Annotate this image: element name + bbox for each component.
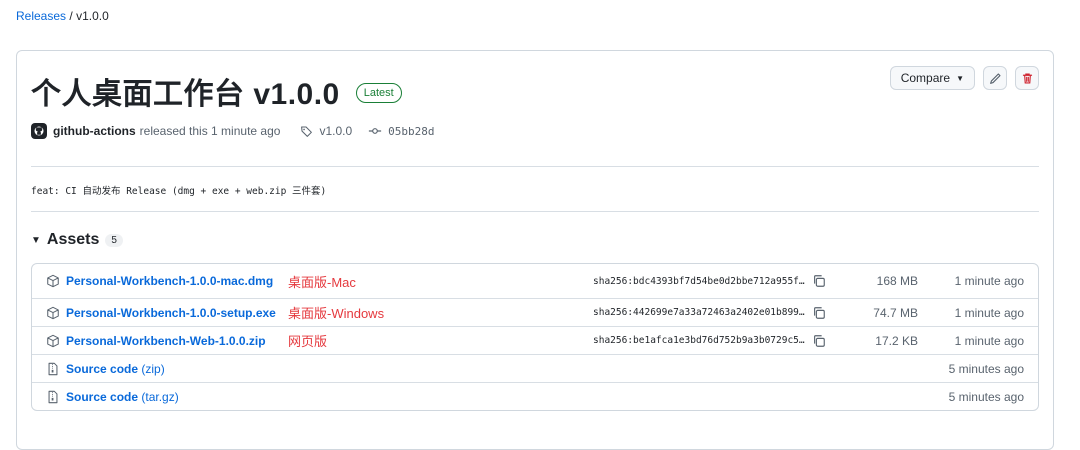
asset-time: 5 minutes ago (948, 389, 1024, 404)
github-mark-icon (34, 126, 44, 136)
asset-time: 1 minute ago (954, 333, 1024, 348)
file-zip-icon (48, 390, 58, 403)
asset-sha256: sha256:be1afca1e3bd76d752b9a3b0729c5… (593, 335, 805, 346)
triangle-down-icon: ▼ (31, 234, 41, 246)
release-description: feat: CI 自动发布 Release (dmg + exe + web.z… (31, 186, 327, 197)
pencil-icon (989, 72, 1001, 84)
package-icon (47, 274, 59, 288)
author-link[interactable]: github-actions (53, 124, 136, 138)
divider (31, 211, 1039, 212)
breadcrumb-separator: / (69, 9, 73, 23)
delete-button[interactable] (1015, 66, 1039, 90)
asset-size: 17.2 KB (875, 333, 918, 348)
assets-table: Personal-Workbench-1.0.0-mac.dmg 桌面版-Mac… (31, 263, 1039, 411)
compare-label: Compare (900, 71, 951, 85)
package-icon (47, 334, 59, 347)
released-text: released this 1 minute ago (139, 124, 281, 138)
source-label: Source code (66, 389, 139, 404)
copy-icon[interactable] (812, 306, 826, 320)
source-link[interactable]: Source code (tar.gz) (66, 390, 179, 404)
asset-time: 1 minute ago (954, 274, 1024, 288)
asset-annotation: 网页版 (288, 334, 328, 349)
copy-icon[interactable] (812, 334, 826, 348)
asset-link[interactable]: Personal-Workbench-1.0.0-mac.dmg (66, 274, 273, 288)
asset-sha256: sha256:bdc4393bf7d54be0d2bbe712a955f… (593, 275, 805, 287)
asset-size: 168 MB (876, 274, 918, 288)
compare-button[interactable]: Compare ▼ (889, 66, 975, 90)
source-link[interactable]: Source code (zip) (66, 362, 165, 376)
latest-badge: Latest (355, 83, 402, 103)
divider (31, 166, 1039, 167)
assets-title: Assets (46, 231, 100, 248)
source-format: (tar.gz) (138, 389, 179, 404)
avatar[interactable] (31, 123, 47, 139)
tag-label: v1.0.0 (319, 124, 353, 138)
copy-icon[interactable] (812, 274, 826, 288)
caret-down-icon: ▼ (956, 73, 964, 83)
tag-link[interactable]: v1.0.0 (300, 124, 352, 138)
release-title-row: 个人桌面工作台 v1.0.0 Latest (31, 69, 402, 113)
release-card: 个人桌面工作台 v1.0.0 Latest Compare ▼ github-a… (16, 50, 1054, 450)
release-actions: Compare ▼ (889, 66, 1039, 90)
assets-count: 5 (105, 233, 123, 247)
asset-sha256: sha256:442699e7a33a72463a2402e01b899… (593, 307, 805, 318)
commit-sha: 05bb28d (388, 124, 435, 138)
release-meta: github-actions released this 1 minute ag… (31, 123, 435, 139)
asset-time: 5 minutes ago (948, 361, 1024, 376)
asset-row: Personal-Workbench-1.0.0-mac.dmg 桌面版-Mac… (32, 264, 1038, 298)
tag-icon (301, 126, 313, 137)
source-row: Source code (zip) 5 minutes ago (32, 354, 1038, 382)
breadcrumb-releases-link[interactable]: Releases (16, 9, 66, 23)
asset-annotation: 桌面版-Windows (288, 306, 385, 321)
asset-link[interactable]: Personal-Workbench-Web-1.0.0.zip (66, 334, 266, 348)
trash-icon (1022, 72, 1032, 84)
breadcrumb-current: v1.0.0 (76, 9, 109, 23)
source-row: Source code (tar.gz) 5 minutes ago (32, 382, 1038, 410)
release-title[interactable]: 个人桌面工作台 v1.0.0 (31, 69, 340, 113)
assets-toggle[interactable]: ▼ Assets 5 (31, 231, 123, 249)
asset-link[interactable]: Personal-Workbench-1.0.0-setup.exe (66, 306, 276, 320)
git-commit-icon (369, 128, 382, 134)
source-format: (zip) (138, 361, 165, 376)
asset-size: 74.7 MB (873, 305, 918, 320)
commit-link[interactable]: 05bb28d (368, 124, 435, 138)
breadcrumb: Releases / v1.0.0 (16, 9, 109, 23)
asset-annotation: 桌面版-Mac (288, 274, 356, 290)
edit-button[interactable] (983, 66, 1007, 90)
asset-time: 1 minute ago (954, 305, 1024, 320)
asset-row: Personal-Workbench-1.0.0-setup.exe 桌面版-W… (32, 298, 1038, 326)
source-label: Source code (66, 361, 139, 376)
package-icon (47, 306, 59, 319)
file-zip-icon (48, 362, 58, 375)
asset-row: Personal-Workbench-Web-1.0.0.zip 网页版 sha… (32, 326, 1038, 354)
